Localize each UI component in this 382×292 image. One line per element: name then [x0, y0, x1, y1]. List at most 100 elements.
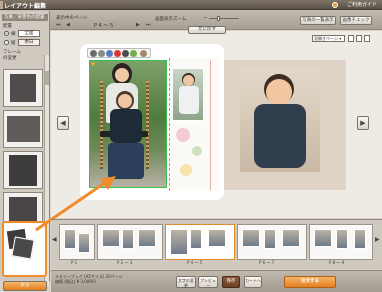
title-bar: レイアウト編集 ご利用ガイド: [0, 0, 382, 10]
thumb-photo: [122, 229, 134, 249]
star-icon: ★: [90, 60, 97, 68]
preview-button[interactable]: プレビュー: [198, 276, 218, 288]
prev-spread-icon: ◀: [60, 119, 66, 127]
prev-spread-button[interactable]: ◀: [57, 116, 69, 130]
filmstrip-page-5[interactable]: [309, 224, 373, 260]
thumb-photo: [64, 229, 76, 249]
right-page-photo[interactable]: [240, 68, 320, 172]
photo-face: [115, 68, 129, 82]
filmstrip-page-4[interactable]: [237, 224, 307, 260]
layout-thumb-2[interactable]: [3, 110, 43, 148]
zoom-track[interactable]: [209, 18, 239, 19]
window-title: レイアウト編集: [4, 3, 47, 10]
thumb-photo: [78, 233, 90, 253]
thumb-photo: [336, 229, 348, 249]
delete-icon[interactable]: [114, 50, 121, 57]
horizontal-label: 横: [11, 32, 16, 37]
thumb-photo: [138, 229, 156, 247]
filmstrip-page-2[interactable]: [97, 224, 163, 260]
rotate-icon[interactable]: [90, 50, 97, 57]
page-filmstrip: ◀ P 1 P 2 ～ 3 P 4 ～ 5 P 6 ～ 7 P 8 ～ 9 ▶: [51, 219, 382, 269]
thumb-photo: [264, 229, 276, 249]
margin-toggle-label: 余白: [24, 40, 34, 45]
canvas-tools: [348, 35, 372, 42]
layout-shape-b: [11, 236, 35, 260]
photo-list-button[interactable]: 写真の一覧表示: [300, 16, 336, 25]
scroll-thumb[interactable]: [45, 71, 49, 85]
first-page-icon[interactable]: ⏮: [56, 22, 62, 28]
page-pager: ⏮ ◀ P 4 ～ 5 ▶ ⏭: [56, 22, 156, 29]
display-page-label: 表示中のページ: [56, 16, 88, 21]
save-button[interactable]: 保存: [222, 276, 240, 288]
filmstrip-label-5: P 8 ～ 9: [329, 260, 345, 265]
preview-label: プレビュー: [200, 278, 216, 288]
filter-icon[interactable]: [106, 50, 113, 57]
zoom-out-small-icon[interactable]: [356, 35, 362, 42]
photo-body: [110, 109, 142, 143]
filmstrip-label-1: P 1: [71, 260, 78, 265]
next-spread-icon: ▶: [360, 119, 366, 127]
back-button[interactable]: 戻る: [3, 281, 47, 291]
full-toggle-label: 全面: [24, 31, 34, 36]
order-button[interactable]: 注文する: [284, 276, 336, 288]
small-photo[interactable]: [172, 68, 204, 121]
vertical-label: 縦: [11, 41, 16, 46]
zoom-slider-knob[interactable]: [217, 16, 220, 21]
photo-list-label: 写真の一覧表示: [302, 18, 334, 23]
undo-button[interactable]: 元に戻す: [188, 26, 226, 34]
full-toggle[interactable]: 全面: [18, 30, 40, 37]
selected-photo[interactable]: ★: [89, 60, 167, 188]
last-page-icon[interactable]: ⏭: [146, 22, 152, 28]
page-indicator: P 4 ～ 5: [94, 23, 114, 29]
next-spread-button[interactable]: ▶: [357, 116, 369, 130]
help-icon[interactable]: [332, 2, 338, 8]
zoom-out-icon[interactable]: －: [203, 16, 208, 21]
back-label: 戻る: [20, 283, 30, 288]
cart-button[interactable]: カートへ: [244, 276, 262, 288]
filmstrip-prev-icon[interactable]: ◀: [52, 236, 58, 244]
photo-face: [183, 75, 194, 86]
filmstrip-page-3[interactable]: [165, 224, 235, 260]
thumb-photo: [354, 229, 366, 249]
thumb-photo: [102, 229, 120, 247]
page-fold-line: [210, 60, 211, 190]
thumb-photo: [314, 229, 332, 247]
image-check-button[interactable]: 画像チェック: [340, 16, 372, 25]
zoom-in-icon[interactable]: [348, 35, 354, 42]
decoration-flower: [176, 128, 190, 142]
help-link[interactable]: ご利用ガイド: [347, 1, 377, 8]
horizontal-radio[interactable]: [4, 31, 9, 36]
text-edit-button[interactable]: 文字の変更: [176, 276, 196, 288]
margin-toggle[interactable]: 余白: [18, 39, 40, 46]
page-select-value: 見開きページ: [314, 36, 338, 41]
filmstrip-label-2: P 2 ～ 3: [117, 260, 133, 265]
filmstrip-page-1[interactable]: [59, 224, 95, 260]
filmstrip-label-3: P 4 ～ 5: [187, 260, 203, 265]
thumb-photo: [242, 229, 260, 247]
page-select[interactable]: 見開きページ ▾: [312, 35, 345, 42]
photo-edit-toolbar: [87, 48, 151, 58]
filmstrip-next-icon[interactable]: ▶: [375, 236, 381, 244]
prev-page-icon[interactable]: ◀: [66, 22, 72, 28]
photo-body: [179, 86, 199, 114]
fit-icon[interactable]: [364, 35, 370, 42]
text-icon[interactable]: [130, 50, 137, 57]
photo-face: [266, 79, 292, 105]
layout-thumb-1[interactable]: [3, 69, 43, 107]
swing-chain: [146, 81, 149, 169]
decoration-flower: [180, 164, 192, 176]
info-icon[interactable]: [140, 50, 147, 57]
next-page-icon[interactable]: ▶: [136, 22, 142, 28]
photo-face: [118, 94, 132, 108]
photo-legs: [108, 143, 144, 179]
vertical-radio[interactable]: [4, 40, 9, 45]
swap-icon[interactable]: [122, 50, 129, 57]
undo-label: 元に戻す: [198, 27, 216, 32]
text-edit-label: 文字の変更: [178, 278, 194, 288]
save-label: 保存: [226, 279, 236, 284]
zoom-label: 画面表示ズーム: [155, 17, 187, 22]
product-price: 価格 (税込) ¥ 3,000円: [55, 279, 96, 284]
thumb-photo: [170, 229, 188, 255]
cart-label: カートへ: [245, 278, 261, 283]
crop-icon[interactable]: [98, 50, 105, 57]
